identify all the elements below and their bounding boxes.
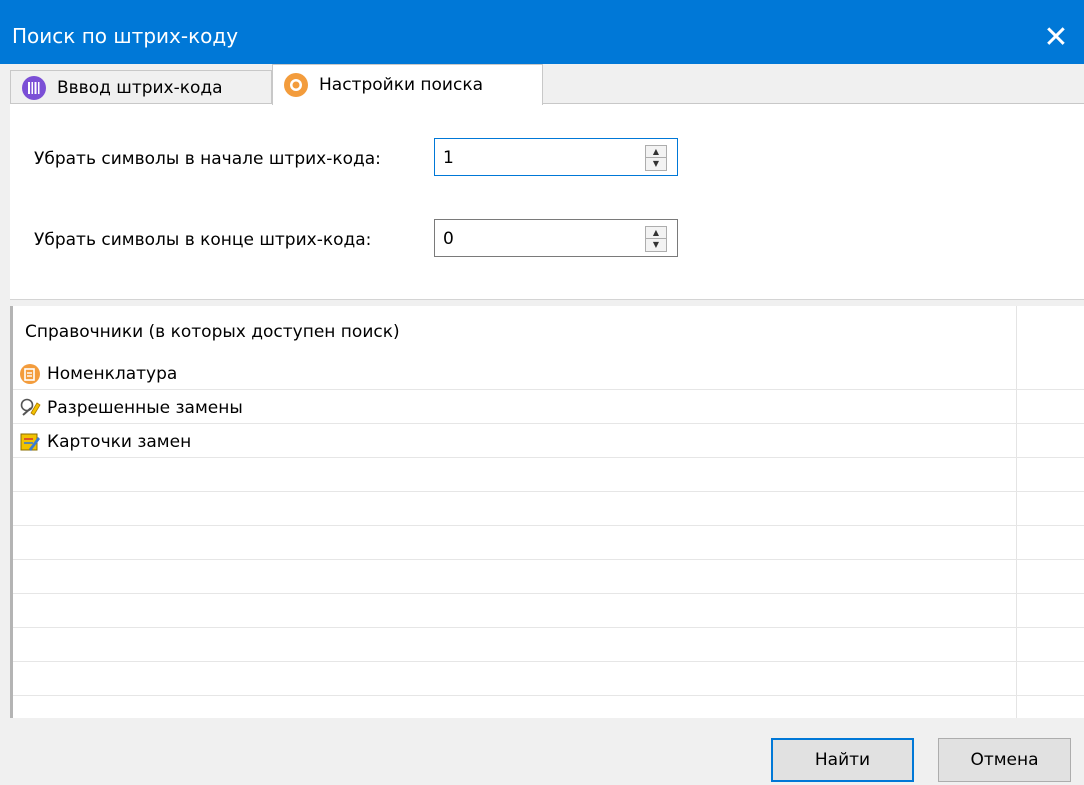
trim-end-label: Убрать символы в конце штрих-кода: (34, 230, 372, 250)
list-item[interactable]: Карточки замен (13, 424, 1084, 458)
trim-end-value[interactable]: 0 (443, 229, 454, 249)
trim-start-spinner[interactable]: 1 ▲ ▼ (434, 138, 678, 176)
dialog-footer: Найти Отмена (0, 718, 1084, 785)
trim-start-value[interactable]: 1 (443, 148, 454, 168)
search-settings-icon (284, 73, 308, 97)
title-bar: Поиск по штрих-коду ✕ (0, 0, 1084, 64)
trim-start-spin-buttons[interactable]: ▲ ▼ (645, 145, 667, 171)
list-item-label: Номенклатура (47, 364, 178, 384)
barcode-icon (22, 75, 46, 100)
tab-label: Вввод штрих-кода (57, 77, 223, 98)
tab-strip: Вввод штрих-кода Настройки поиска (0, 64, 1084, 105)
allowed-replacements-icon (20, 398, 41, 416)
tab-barcode-input[interactable]: Вввод штрих-кода (10, 70, 272, 104)
list-item-label: Разрешенные замены (47, 398, 243, 418)
list-item-empty (13, 492, 1084, 526)
list-item-empty (13, 662, 1084, 696)
replacement-cards-icon (20, 433, 40, 451)
list-header: Справочники (в которых доступен поиск) (25, 322, 400, 342)
close-icon: ✕ (1043, 19, 1069, 55)
list-item-empty (13, 560, 1084, 594)
list-item-empty (13, 594, 1084, 628)
trim-end-spinner[interactable]: 0 ▲ ▼ (434, 219, 678, 257)
nomenclature-icon (20, 364, 40, 384)
find-button[interactable]: Найти (771, 738, 914, 782)
list-item-empty (13, 458, 1084, 492)
tab-label: Настройки поиска (319, 75, 484, 95)
search-settings-panel: Убрать символы в начале штрих-кода: 1 ▲ … (10, 103, 1084, 300)
spin-up-icon[interactable]: ▲ (646, 227, 666, 239)
window-title: Поиск по штрих-коду (12, 24, 239, 48)
trim-start-label: Убрать символы в начале штрих-кода: (34, 149, 381, 169)
trim-end-spin-buttons[interactable]: ▲ ▼ (645, 226, 667, 252)
spin-down-icon[interactable]: ▼ (646, 239, 666, 250)
cancel-button[interactable]: Отмена (938, 738, 1071, 782)
directories-list: Справочники (в которых доступен поиск) Н… (10, 306, 1084, 718)
list-item-empty (13, 628, 1084, 662)
close-button[interactable]: ✕ (1028, 10, 1084, 64)
list-item-empty (13, 526, 1084, 560)
list-item[interactable]: Номенклатура (13, 356, 1084, 390)
list-item-label: Карточки замен (47, 432, 192, 452)
list-item[interactable]: Разрешенные замены (13, 390, 1084, 424)
spin-up-icon[interactable]: ▲ (646, 146, 666, 158)
spin-down-icon[interactable]: ▼ (646, 158, 666, 169)
tab-search-settings[interactable]: Настройки поиска (272, 64, 543, 105)
